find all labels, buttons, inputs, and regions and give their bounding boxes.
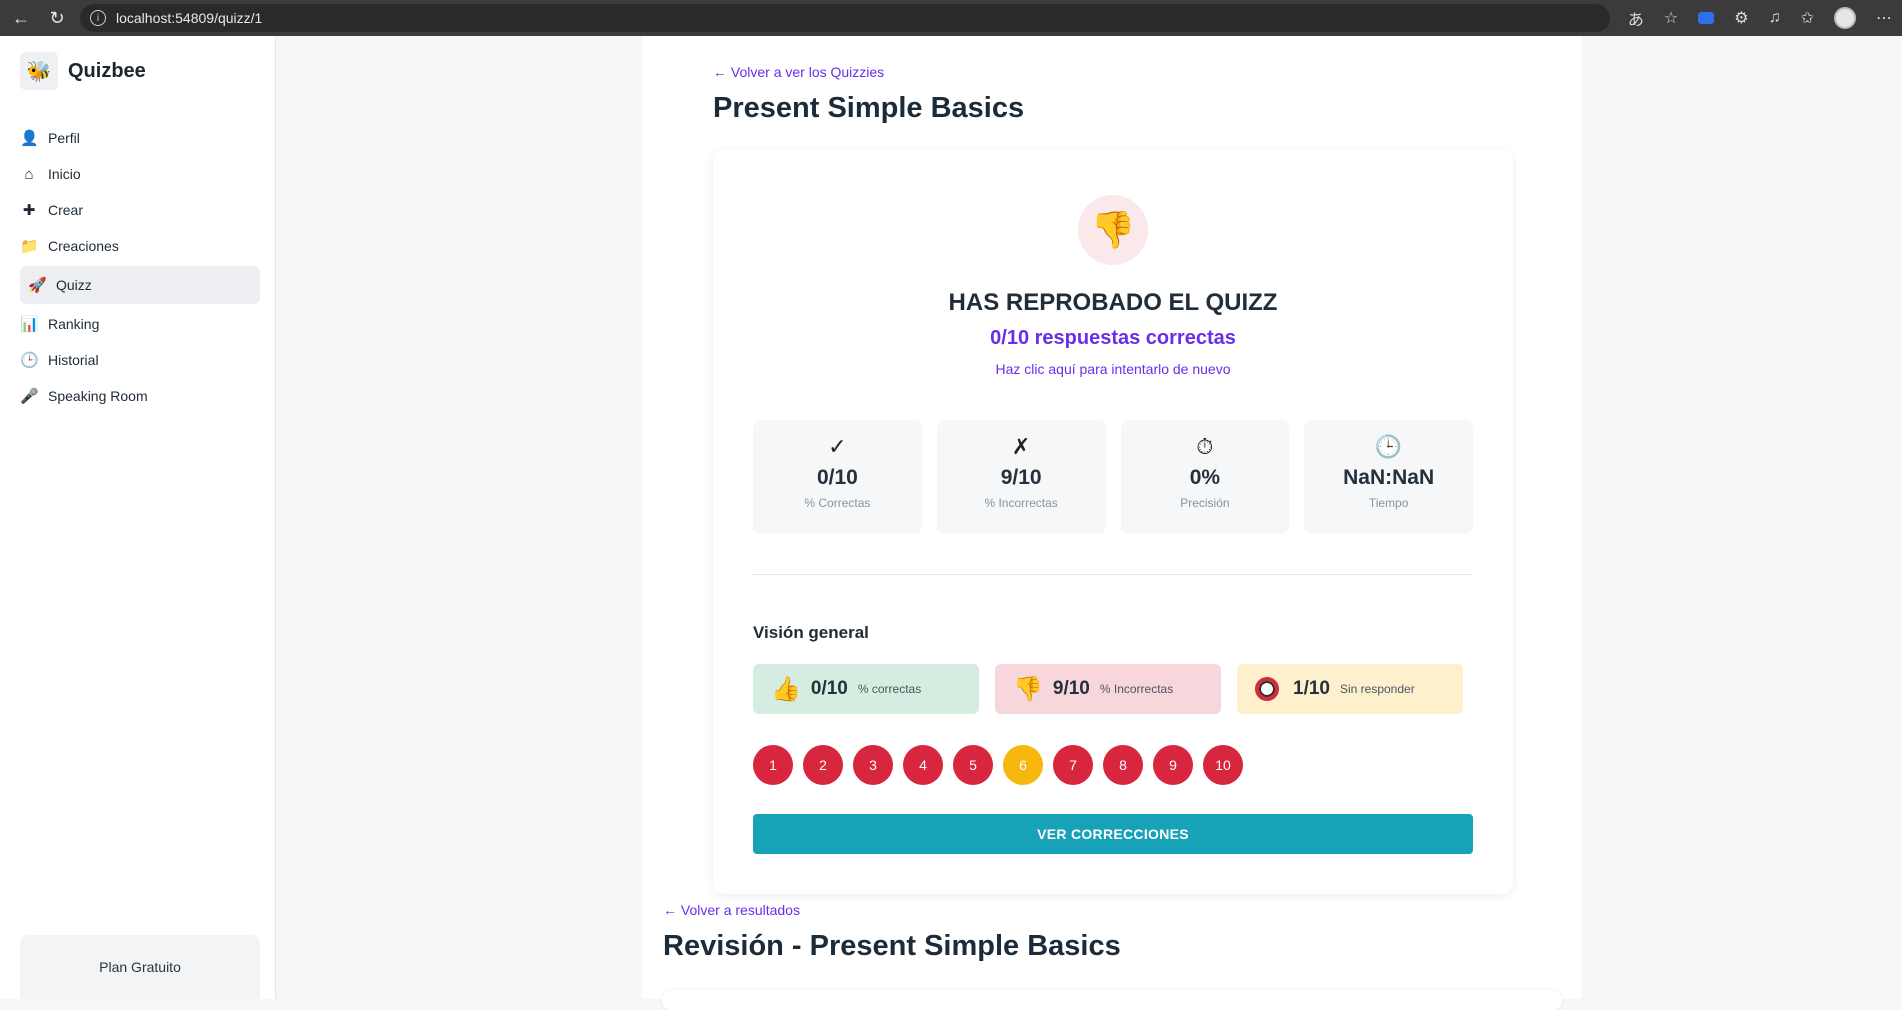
stat-value: 0% (1189, 466, 1221, 489)
question-bubble[interactable]: 5 (953, 745, 993, 785)
result-headline: HAS REPROBADO EL QUIZZ (948, 289, 1278, 316)
stat-correct: ✓ 0/10 % Correctas (753, 420, 922, 534)
stat-incorrect: ✗ 9/10 % Incorrectas (936, 420, 1106, 534)
stat-label: % Incorrectas (984, 496, 1058, 510)
brand-name: Quizbee (68, 59, 146, 82)
summary-value: 0/10 (810, 678, 848, 699)
review-card (662, 990, 1562, 1010)
summary-incorrect: 👎 9/10 % Incorrectas (995, 664, 1221, 714)
question-navigator: 1 2 3 4 5 6 7 8 9 10 (753, 745, 1243, 785)
result-score: 0/10 respuestas correctas (990, 327, 1236, 349)
browser-toolbar: ← ↻ i localhost:54809/quizz/1 あ ☆ ⚙ ♫ ✩ … (0, 0, 1902, 36)
sidebar-item-ranking[interactable]: 📊 Ranking (20, 306, 260, 342)
music-icon[interactable]: ♫ (1769, 9, 1781, 27)
stat-time: 🕒 NaN:NaN Tiempo (1304, 420, 1473, 534)
check-icon: ✓ (828, 434, 847, 459)
more-icon[interactable]: ⋯ (1876, 8, 1892, 28)
cross-icon: ✗ (1011, 434, 1031, 459)
star-icon[interactable]: ☆ (1664, 8, 1678, 28)
question-bubble[interactable]: 8 (1103, 745, 1143, 785)
profile-avatar[interactable] (1834, 7, 1856, 29)
stat-label: Tiempo (1368, 496, 1409, 510)
thumbs-up-icon: 👍 (771, 675, 801, 703)
back-to-results-link[interactable]: ← Volver a resultados (663, 902, 800, 918)
sidebar-item-label: Creaciones (48, 238, 119, 254)
stopwatch-icon: ⏱ (1196, 434, 1214, 459)
stat-value: 9/10 (1000, 466, 1042, 489)
retry-link[interactable]: Haz clic aquí para intentarlo de nuevo (713, 361, 1513, 377)
stat-label: Precisión (1180, 496, 1230, 510)
sidebar-item-crear[interactable]: ✚ Crear (20, 192, 260, 228)
summary-label: % correctas (857, 682, 922, 696)
clock-icon: 🕒 (1374, 434, 1403, 459)
question-bubble[interactable]: 3 (853, 745, 893, 785)
sidebar-item-historial[interactable]: 🕒 Historial (20, 342, 260, 378)
sidebar-item-label: Speaking Room (48, 388, 148, 404)
results-card: 👎 HAS REPROBADO EL QUIZZ 0/10 respuestas… (713, 149, 1513, 894)
target-icon (1255, 677, 1279, 701)
question-bubble[interactable]: 6 (1003, 745, 1043, 785)
summary-label: Sin responder (1339, 682, 1415, 696)
bar-chart-icon: 📊 (20, 316, 39, 333)
view-corrections-button[interactable]: VER CORRECCIONES (753, 814, 1473, 854)
question-bubble[interactable]: 9 (1153, 745, 1193, 785)
back-arrow-icon[interactable]: ← (6, 3, 36, 33)
sidebar-item-label: Inicio (48, 166, 81, 182)
summary-value: 1/10 (1293, 678, 1330, 699)
stat-label: % Correctas (804, 496, 871, 510)
stats-grid: ✓ 0/10 % Correctas ✗ 9/10 % Incorrectas … (753, 420, 1473, 534)
reload-icon[interactable]: ↻ (42, 3, 72, 33)
sidebar-item-inicio[interactable]: ⌂ Inicio (20, 156, 260, 192)
back-to-quizzes-link[interactable]: ← Volver a ver los Quizzies (713, 64, 884, 80)
overview-summary: 👍 0/10 % correctas 👎 9/10 % Incorrectas … (753, 664, 1473, 714)
sidebar: 🐝 Quizbee 👤 Perfil ⌂ Inicio ✚ Crear 📁 Cr… (0, 36, 276, 999)
translate-icon[interactable]: あ (1628, 6, 1644, 30)
thumbs-down-icon: 👎 (1078, 195, 1148, 265)
divider (753, 574, 1473, 575)
favorites-icon[interactable]: ✩ (1801, 8, 1814, 28)
brand[interactable]: 🐝 Quizbee (20, 52, 146, 90)
plus-icon: ✚ (22, 202, 36, 219)
sidebar-item-speaking-room[interactable]: 🎤 Speaking Room (20, 378, 260, 414)
url-text: localhost:54809/quizz/1 (116, 10, 263, 26)
question-bubble[interactable]: 4 (903, 745, 943, 785)
review-title: Revisión - Present Simple Basics (663, 930, 1121, 962)
overview-title: Visión general (753, 623, 869, 642)
rocket-icon: 🚀 (28, 277, 47, 294)
sidebar-item-perfil[interactable]: 👤 Perfil (20, 120, 260, 156)
stat-value: 0/10 (816, 466, 858, 489)
stat-precision: ⏱ 0% Precisión (1120, 420, 1290, 534)
thumbs-down-icon: 👎 (1013, 675, 1043, 703)
sidebar-item-label: Perfil (48, 130, 80, 146)
question-bubble[interactable]: 7 (1053, 745, 1093, 785)
plan-badge[interactable]: Plan Gratuito (20, 935, 260, 999)
microphone-icon: 🎤 (20, 388, 39, 405)
puzzle-icon[interactable]: ⚙ (1734, 8, 1748, 28)
folder-icon: 📁 (20, 238, 39, 255)
sidebar-item-label: Crear (48, 202, 84, 218)
summary-label: % Incorrectas (1099, 682, 1174, 696)
home-icon: ⌂ (24, 165, 34, 183)
sidebar-item-label: Historial (48, 352, 99, 368)
person-icon: 👤 (20, 130, 39, 147)
summary-unanswered: 1/10 Sin responder (1237, 664, 1463, 714)
address-bar[interactable]: i localhost:54809/quizz/1 (80, 4, 1610, 32)
clock-icon: 🕒 (20, 352, 39, 369)
stat-value: NaN:NaN (1343, 466, 1435, 489)
bee-logo-icon: 🐝 (20, 52, 58, 90)
page-title: Present Simple Basics (713, 92, 1025, 124)
question-bubble[interactable]: 10 (1203, 745, 1243, 785)
sidebar-item-label: Quizz (56, 277, 92, 293)
sidebar-item-quizz[interactable]: 🚀 Quizz (20, 266, 260, 304)
info-icon[interactable]: i (90, 10, 106, 26)
sidebar-menu: 👤 Perfil ⌂ Inicio ✚ Crear 📁 Creaciones 🚀… (20, 120, 260, 414)
summary-correct: 👍 0/10 % correctas (753, 664, 979, 714)
question-bubble[interactable]: 2 (803, 745, 843, 785)
question-bubble[interactable]: 1 (753, 745, 793, 785)
sidebar-item-label: Ranking (48, 316, 100, 332)
browser-actions: あ ☆ ⚙ ♫ ✩ ⋯ (1628, 6, 1892, 30)
extension-icon[interactable] (1698, 12, 1715, 24)
summary-value: 9/10 (1052, 678, 1090, 699)
sidebar-item-creaciones[interactable]: 📁 Creaciones (20, 228, 260, 264)
